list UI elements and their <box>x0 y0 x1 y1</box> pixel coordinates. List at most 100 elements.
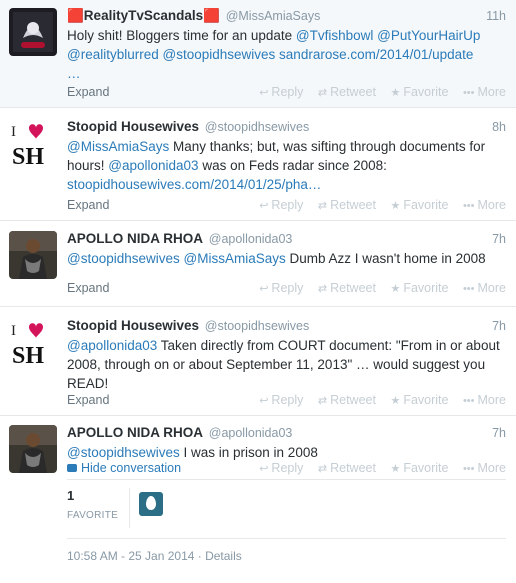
reply-icon: ↩ <box>259 200 269 212</box>
text: Dumb Azz I wasn't home in 2008 <box>285 251 486 266</box>
more-button[interactable]: ••• More <box>463 393 506 407</box>
svg-text:SH: SH <box>12 343 44 367</box>
tweet[interactable]: I SH Stoopid Housewives @stoopidhsewives… <box>0 108 516 221</box>
avatar[interactable]: I SH <box>9 319 57 367</box>
mention-link[interactable]: @MissAmiaSays <box>184 251 286 266</box>
tweet[interactable]: APOLLO NIDA RHOA @apollonida03 7h @stoop… <box>0 221 516 307</box>
username[interactable]: @apollonida03 <box>209 426 293 440</box>
hide-conversation-button[interactable]: Hide conversation <box>67 459 181 477</box>
retweet-button[interactable]: ⇄ Retweet <box>318 393 376 407</box>
favorite-button[interactable]: ★ Favorite <box>390 461 448 475</box>
avatar-image: I SH <box>9 120 57 168</box>
reply-button[interactable]: ↩ Reply <box>259 198 303 212</box>
url-link[interactable]: stoopidhousewives.com/2014/01/25/pha… <box>67 177 321 192</box>
avatar[interactable] <box>9 231 57 279</box>
avatar[interactable] <box>9 8 57 56</box>
reply-icon: ↩ <box>259 87 269 99</box>
retweet-icon: ⇄ <box>317 463 328 475</box>
expand-button[interactable]: Expand <box>67 196 109 214</box>
reply-button[interactable]: ↩ Reply <box>259 393 303 407</box>
conversation-icon <box>67 464 77 472</box>
mention-link[interactable]: @stoopidhsewives <box>67 251 180 266</box>
more-button[interactable]: ••• More <box>463 281 506 295</box>
mention-link[interactable]: @realityblurred <box>67 47 159 62</box>
text: I was in prison in 2008 <box>179 445 318 460</box>
username[interactable]: @stoopidhsewives <box>205 319 309 333</box>
favorite-button[interactable]: ★ Favorite <box>390 85 448 99</box>
username[interactable]: @apollonida03 <box>209 232 293 246</box>
mention-link[interactable]: @MissAmiaSays <box>67 139 169 154</box>
more-icon: ••• <box>462 283 475 295</box>
avatar-image <box>9 231 57 279</box>
favorite-count[interactable]: 1 <box>67 488 74 503</box>
more-icon: ••• <box>462 87 475 99</box>
avatar-image: I SH <box>9 319 57 367</box>
tweet[interactable]: APOLLO NIDA RHOA @apollonida03 7h @stoop… <box>0 416 516 583</box>
tweet[interactable]: 🟥RealityTvScandals🟥 @MissAmiaSays 11h Ho… <box>0 0 516 108</box>
retweet-button[interactable]: ⇄ Retweet <box>318 85 376 99</box>
fullname[interactable]: APOLLO NIDA RHOA <box>67 231 203 246</box>
retweet-button[interactable]: ⇄ Retweet <box>318 281 376 295</box>
expand-button[interactable]: Expand <box>67 83 109 101</box>
expand-button[interactable]: Expand <box>67 279 109 297</box>
url-link[interactable]: sandrarose.com/2014/01/update <box>279 47 473 62</box>
favorite-stat-label[interactable]: FAVORITE <box>67 510 118 521</box>
mention-link[interactable]: @apollonida03 <box>67 338 157 353</box>
timestamp[interactable]: 7h <box>492 317 506 335</box>
reply-icon: ↩ <box>259 283 269 295</box>
avatar[interactable] <box>9 425 57 473</box>
retweet-label: Retweet <box>330 461 376 475</box>
reply-button[interactable]: ↩ Reply <box>259 461 303 475</box>
username[interactable]: @stoopidhsewives <box>205 120 309 134</box>
fullname[interactable]: APOLLO NIDA RHOA <box>67 425 203 440</box>
tweet-header: Stoopid Housewives @stoopidhsewives 8h <box>67 118 506 136</box>
more-icon: ••• <box>462 200 475 212</box>
tweet-header: Stoopid Housewives @stoopidhsewives 7h <box>67 317 506 335</box>
avatar-image <box>9 425 57 473</box>
reply-label: Reply <box>271 461 304 475</box>
mention-link[interactable]: @Tvfishbowl <box>296 28 373 43</box>
tweet-text: @apollonida03 Taken directly from COURT … <box>67 336 502 393</box>
more-label: More <box>477 198 506 212</box>
timestamp[interactable]: 8h <box>492 118 506 136</box>
egg-icon <box>146 496 156 510</box>
favoriter-avatar[interactable] <box>139 492 163 516</box>
reply-icon: ↩ <box>259 463 269 475</box>
retweet-button[interactable]: ⇄ Retweet <box>318 198 376 212</box>
reply-button[interactable]: ↩ Reply <box>259 85 303 99</box>
mention-link[interactable]: @apollonida03 <box>108 158 198 173</box>
tweet[interactable]: I SH Stoopid Housewives @stoopidhsewives… <box>0 307 516 416</box>
fullname[interactable]: Stoopid Housewives <box>67 119 199 134</box>
reply-button[interactable]: ↩ Reply <box>259 281 303 295</box>
mention-link[interactable]: @stoopidhsewives <box>67 445 180 460</box>
retweet-button[interactable]: ⇄ Retweet <box>318 461 376 475</box>
favorite-button[interactable]: ★ Favorite <box>390 281 448 295</box>
username[interactable]: @MissAmiaSays <box>226 9 321 23</box>
retweet-icon: ⇄ <box>317 283 328 295</box>
mention-link[interactable]: @PutYourHairUp <box>377 28 480 43</box>
timestamp[interactable]: 7h <box>492 424 506 442</box>
timestamp[interactable]: 11h <box>486 7 506 25</box>
tweet-actions: Expand ↩ Reply ⇄ Retweet ★ Favorite ••• More <box>67 279 506 297</box>
retweet-icon: ⇄ <box>317 87 328 99</box>
expand-button[interactable]: Expand <box>67 391 109 409</box>
text: was on Feds radar since 2008: <box>198 158 387 173</box>
reply-label: Reply <box>271 198 304 212</box>
favorite-button[interactable]: ★ Favorite <box>390 198 448 212</box>
favorite-button[interactable]: ★ Favorite <box>390 393 448 407</box>
tweet-stats: 1 FAVORITE <box>67 479 506 539</box>
mention-link[interactable]: @stoopidhsewives <box>163 47 276 62</box>
star-icon: ★ <box>390 283 401 295</box>
avatar[interactable]: I SH <box>9 120 57 168</box>
more-button[interactable]: ••• More <box>463 461 506 475</box>
fullname[interactable]: 🟥RealityTvScandals🟥 <box>67 8 220 23</box>
tweet-text: @stoopidhsewives @MissAmiaSays Dumb Azz … <box>67 249 502 268</box>
more-button[interactable]: ••• More <box>463 198 506 212</box>
more-icon: ••• <box>462 395 475 407</box>
more-button[interactable]: ••• More <box>463 85 506 99</box>
fullname[interactable]: Stoopid Housewives <box>67 318 199 333</box>
ellipsis-link[interactable]: … <box>67 66 81 81</box>
timestamp[interactable]: 7h <box>492 230 506 248</box>
reply-icon: ↩ <box>259 395 269 407</box>
tweet-timestamp-details[interactable]: 10:58 AM - 25 Jan 2014 · Details <box>67 549 242 563</box>
